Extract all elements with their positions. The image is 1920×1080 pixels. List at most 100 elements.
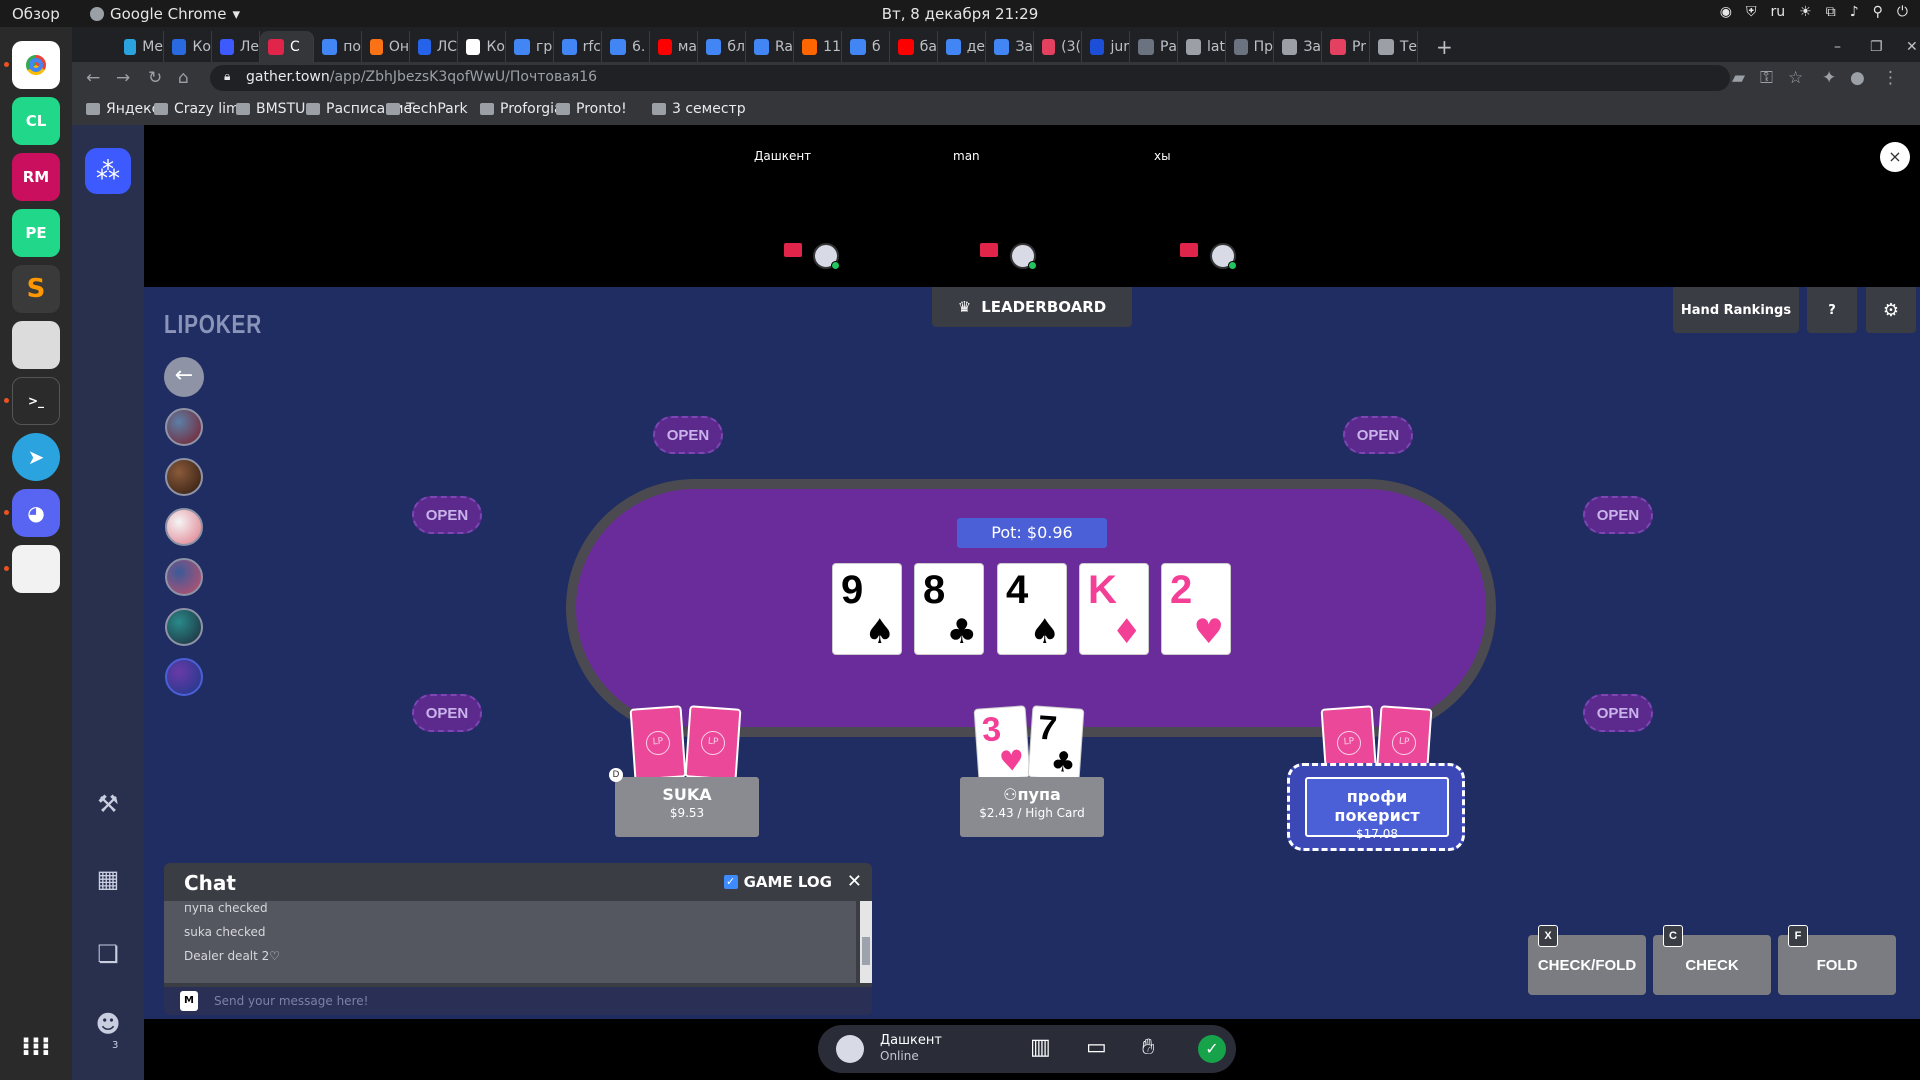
tab-23[interactable]: Пр <box>1226 31 1274 62</box>
mic-icon[interactable]: ⚲ <box>1873 4 1883 20</box>
back-icon[interactable]: ← <box>86 68 100 88</box>
chrome-dock-icon[interactable] <box>12 41 60 89</box>
tab-14[interactable]: 11 <box>794 31 842 62</box>
language-indicator[interactable]: ru <box>1771 4 1786 20</box>
bookmark-item[interactable]: 3 семестр <box>652 101 746 117</box>
open-seat[interactable]: OPEN <box>412 496 482 534</box>
terminal-dock-icon[interactable]: >_ <box>12 377 60 425</box>
sublime-dock-icon[interactable]: S <box>12 265 60 313</box>
fold-button[interactable]: F FOLD <box>1778 925 1896 995</box>
theme-swatch[interactable] <box>165 408 203 446</box>
player-plate-suka[interactable]: SUKA $9.53 <box>615 777 759 837</box>
tab-16[interactable]: ба <box>890 31 938 62</box>
close-icon[interactable]: ✕ <box>847 871 862 892</box>
bookmark-item[interactable]: Proforgia <box>480 101 563 117</box>
reload-icon[interactable]: ↻ <box>148 68 162 88</box>
discord-dock-icon[interactable]: ◕ <box>12 489 60 537</box>
avatar[interactable] <box>1010 243 1037 270</box>
settings-gear-icon[interactable]: ⚙ <box>1866 287 1916 333</box>
calendar-icon[interactable]: ▦ <box>92 865 124 897</box>
check-fold-button[interactable]: X CHECK/FOLD <box>1528 925 1646 995</box>
tab-1[interactable]: Ко <box>164 31 212 62</box>
camera-off-icon[interactable] <box>980 243 998 257</box>
document-viewer-dock-icon[interactable] <box>12 545 60 593</box>
tab-15[interactable]: б <box>842 31 890 62</box>
hand-rankings-button[interactable]: Hand Rankings <box>1673 287 1799 333</box>
help-button[interactable]: ? <box>1807 287 1857 333</box>
forward-icon[interactable]: → <box>116 68 130 88</box>
avatar[interactable] <box>813 243 840 270</box>
tab-24[interactable]: За <box>1274 31 1322 62</box>
chat-input[interactable]: M Send your message here! <box>164 987 872 1015</box>
theme-swatch[interactable] <box>165 608 203 646</box>
tab-9[interactable]: rfc <box>554 31 602 62</box>
chat-icon[interactable]: ❏ <box>92 940 124 972</box>
open-seat[interactable]: OPEN <box>1583 496 1653 534</box>
brightness-icon[interactable]: ☀ <box>1799 4 1812 20</box>
tab-5[interactable]: Он <box>362 31 410 62</box>
close-window-icon[interactable]: ✕ <box>1898 31 1918 62</box>
bookmark-item[interactable]: TechPark <box>386 101 468 117</box>
game-log-toggle[interactable]: ✓ GAME LOG <box>723 873 832 891</box>
check-status-icon[interactable]: ✓ <box>1198 1035 1226 1063</box>
tab-25[interactable]: Pr <box>1322 31 1370 62</box>
open-seat[interactable]: OPEN <box>1343 416 1413 454</box>
tab-26[interactable]: Те <box>1370 31 1418 62</box>
minimize-icon[interactable]: – <box>1826 31 1841 62</box>
profile-avatar[interactable]: ● <box>1850 68 1865 88</box>
maximize-icon[interactable]: ❐ <box>1862 31 1883 62</box>
network-icon[interactable]: ⧉ <box>1826 4 1836 20</box>
system-tray[interactable]: ◉ ⛨ ru ☀ ⧉ ♪ ⚲ ⏻ <box>1720 4 1908 20</box>
camera-off-icon[interactable] <box>784 243 802 257</box>
bookmark-item[interactable]: Crazy lime <box>154 101 248 117</box>
leaderboard-button[interactable]: ♛ LEADERBOARD <box>932 287 1132 327</box>
avatar[interactable] <box>1210 243 1237 270</box>
open-seat[interactable]: OPEN <box>1583 694 1653 732</box>
open-seat[interactable]: OPEN <box>412 694 482 732</box>
player-plate-pupa[interactable]: ⚇пупа $2.43 / High Card <box>960 777 1104 837</box>
theme-swatch[interactable] <box>165 508 203 546</box>
home-icon[interactable]: ⌂ <box>178 68 189 88</box>
gather-logo-icon[interactable]: ⁂ <box>85 148 131 194</box>
screen-share-icon[interactable]: ▭ <box>1086 1035 1107 1060</box>
volume-icon[interactable]: ♪ <box>1850 4 1859 20</box>
discord-tray-icon[interactable]: ◉ <box>1720 4 1732 20</box>
scrollbar-thumb[interactable] <box>862 937 870 965</box>
extensions-icon[interactable]: ✦ <box>1822 68 1836 88</box>
back-arrow-icon[interactable]: ← <box>164 357 204 397</box>
tab-7[interactable]: Ко <box>458 31 506 62</box>
chat-scrollbar[interactable] <box>860 901 872 983</box>
tab-17[interactable]: де <box>938 31 986 62</box>
rubymine-dock-icon[interactable]: RM <box>12 153 60 201</box>
player-plate-me[interactable]: профи покерист $17.08 <box>1305 777 1449 841</box>
tab-8[interactable]: гр <box>506 31 554 62</box>
tab-10[interactable]: 6. <box>602 31 650 62</box>
camera-off-icon[interactable] <box>1180 243 1198 257</box>
tab-22[interactable]: lat <box>1178 31 1226 62</box>
tab-0[interactable]: Ме <box>116 31 164 62</box>
key-icon[interactable]: ⚿ <box>1760 68 1773 88</box>
tab-13[interactable]: Ra <box>746 31 794 62</box>
theme-swatch[interactable] <box>165 458 203 496</box>
clock[interactable]: Вт, 8 декабря 21:29 <box>0 5 1920 23</box>
address-bar[interactable]: 🔒︎ gather.town/app/ZbhJbezsK3qofWwU/Почт… <box>210 65 1730 91</box>
show-apps-icon[interactable]: ⁝⁝⁝ <box>12 1023 60 1071</box>
tab-2[interactable]: Ле <box>212 31 260 62</box>
tab-19[interactable]: (3( <box>1034 31 1082 62</box>
checkbox-checked-icon[interactable]: ✓ <box>723 875 738 889</box>
tab-4[interactable]: по <box>314 31 362 62</box>
open-seat[interactable]: OPEN <box>653 416 723 454</box>
files-dock-icon[interactable] <box>12 321 60 369</box>
bookmark-item[interactable]: Яндекс <box>86 101 159 117</box>
tab-21[interactable]: Ра <box>1130 31 1178 62</box>
raise-hand-icon[interactable]: ✋︎ <box>1142 1035 1155 1060</box>
tab-20[interactable]: jur <box>1082 31 1130 62</box>
bookmark-item[interactable]: Pronto! <box>556 101 627 117</box>
participants-icon[interactable]: ☻ <box>92 1010 124 1042</box>
menu-icon[interactable]: ⋮ <box>1882 68 1899 88</box>
close-game-button[interactable]: × <box>1880 142 1910 172</box>
map-icon[interactable]: ▥ <box>1030 1035 1051 1060</box>
new-tab-button[interactable]: + <box>1428 31 1453 62</box>
check-button[interactable]: C CHECK <box>1653 925 1771 995</box>
theme-swatch-selected[interactable] <box>165 658 203 696</box>
